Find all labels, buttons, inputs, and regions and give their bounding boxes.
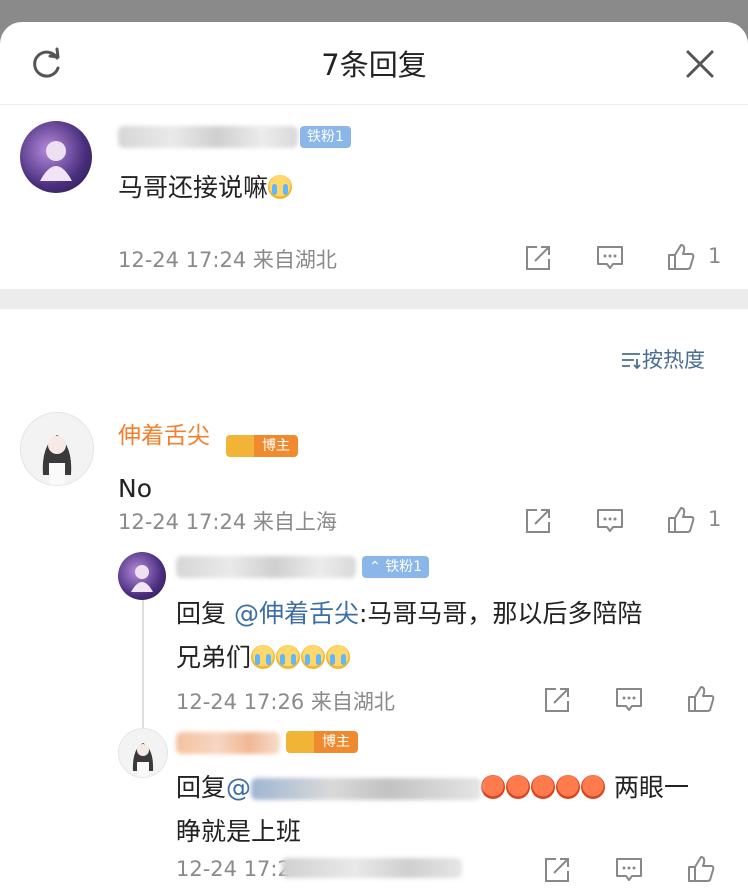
like-count: 1 — [708, 507, 722, 531]
like-icon[interactable] — [686, 854, 716, 884]
angry-emoji-icon — [556, 775, 581, 799]
blogger-badge: 博主 — [226, 434, 298, 458]
reply-meta: 12-24 17:2 — [176, 857, 291, 881]
nested-reply-text-line1: 回复 @伸着舌尖:马哥马哥，那以后多陪陪 — [176, 599, 643, 628]
like-count: 1 — [708, 244, 722, 268]
crown-icon — [286, 731, 314, 753]
share-icon[interactable] — [523, 506, 553, 536]
crying-emoji-icon — [251, 645, 276, 669]
username[interactable]: 伸着舌尖 — [118, 416, 210, 450]
reply-meta: 12-24 17:26 来自湖北 — [176, 690, 395, 714]
share-icon[interactable] — [523, 243, 553, 273]
nested-reply-text-line2: 睁就是上班 — [176, 817, 302, 846]
crying-emoji-icon — [276, 645, 301, 669]
username-blurred[interactable] — [176, 732, 280, 754]
nested-reply-text-line2: 兄弟们 — [176, 638, 351, 674]
like-icon[interactable] — [666, 505, 696, 535]
sort-icon — [622, 353, 641, 370]
like-icon[interactable] — [686, 684, 716, 714]
mention-link[interactable]: @ — [226, 773, 251, 802]
sort-toggle[interactable]: 按热度 — [620, 344, 705, 374]
blogger-badge: 博主 — [286, 730, 358, 754]
replies-sheet: 7条回复 铁粉1 马哥还接说嘛 12-24 17:24 来自湖北 1 按热度 伸… — [0, 22, 748, 888]
reply-meta: 12-24 17:24 来自上海 — [118, 510, 337, 534]
nested-reply-text-line1: 回复@ 两眼一 — [176, 773, 689, 802]
angry-emoji-icon — [506, 775, 531, 799]
section-divider — [0, 289, 748, 309]
reply-text: No — [118, 474, 152, 503]
crown-icon — [226, 435, 254, 457]
comment-icon[interactable] — [614, 855, 644, 885]
share-icon[interactable] — [542, 855, 572, 885]
avatar[interactable] — [118, 728, 168, 778]
angry-emoji-icon — [481, 775, 506, 799]
comment-meta: 12-24 17:24 来自湖北 — [118, 248, 337, 272]
mention-link[interactable]: @伸着舌尖 — [234, 599, 359, 628]
comment-icon[interactable] — [595, 243, 625, 273]
avatar[interactable] — [20, 412, 94, 486]
fan-badge: ⌃ 铁粉1 — [362, 556, 430, 578]
comment-icon[interactable] — [595, 506, 625, 536]
share-icon[interactable] — [542, 685, 572, 715]
sheet-header: 7条回复 — [0, 22, 748, 105]
arrow-icon: ⌃ — [369, 559, 386, 575]
comment-text: 马哥还接说嘛 — [118, 168, 293, 204]
crying-emoji-icon — [301, 645, 326, 669]
angry-emoji-icon — [531, 775, 556, 799]
thread-line — [142, 597, 144, 742]
fan-badge: 铁粉1 — [300, 126, 351, 148]
like-icon[interactable] — [666, 242, 696, 272]
avatar[interactable] — [20, 121, 92, 193]
angry-emoji-icon — [581, 775, 606, 799]
close-icon[interactable] — [682, 46, 718, 82]
status-bar — [0, 0, 748, 22]
blurred-meta — [282, 858, 462, 878]
crying-emoji-icon — [268, 175, 293, 199]
avatar[interactable] — [118, 552, 166, 600]
page-title: 7条回复 — [321, 48, 427, 82]
blurred-text — [251, 778, 482, 800]
username-blurred[interactable] — [176, 556, 356, 578]
comment-icon[interactable] — [614, 685, 644, 715]
crying-emoji-icon — [326, 645, 351, 669]
username-blurred[interactable] — [118, 126, 298, 148]
